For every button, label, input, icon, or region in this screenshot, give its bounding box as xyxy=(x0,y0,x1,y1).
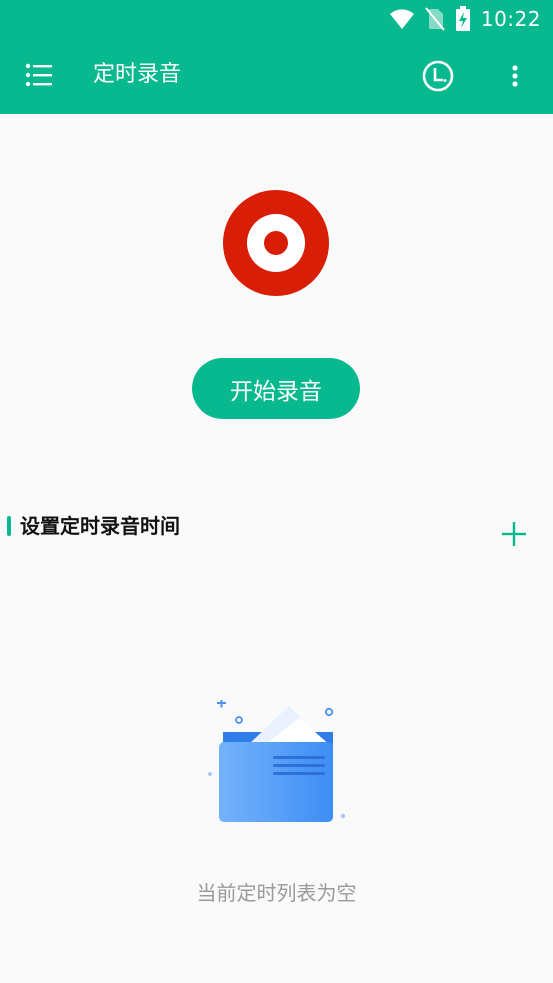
plus-icon[interactable] xyxy=(498,518,530,550)
empty-state-text: 当前定时列表为空 xyxy=(196,881,357,905)
battery-charging-icon xyxy=(455,6,470,31)
empty-folder-icon xyxy=(208,700,346,822)
app-bar: 10:22 定时录音 xyxy=(0,0,553,114)
section-indicator xyxy=(7,516,11,536)
status-bar: 10:22 xyxy=(389,6,541,32)
start-recording-button[interactable]: 开始录音 xyxy=(192,358,360,419)
section-title: 设置定时录音时间 xyxy=(20,514,180,538)
wifi-icon xyxy=(389,9,414,29)
more-vertical-icon[interactable] xyxy=(503,60,527,92)
page-title: 定时录音 xyxy=(93,62,182,87)
app-screen: 10:22 定时录音 开始录音 设置定时录音时间 当前定时列表为空 xyxy=(0,0,553,983)
list-menu-icon[interactable] xyxy=(22,58,56,92)
clock-icon[interactable] xyxy=(421,59,455,93)
record-target-icon[interactable] xyxy=(223,190,329,296)
status-time: 10:22 xyxy=(480,7,541,31)
no-sim-icon xyxy=(425,7,445,31)
